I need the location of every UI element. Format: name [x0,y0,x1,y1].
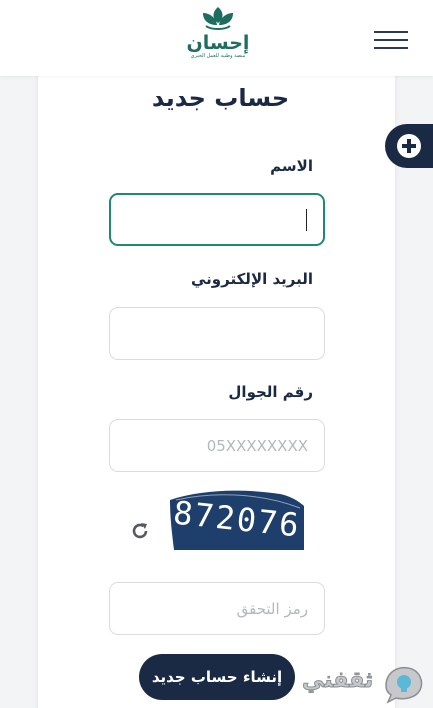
captcha-input[interactable] [109,582,325,635]
plus-icon [397,134,421,158]
email-label: البريد الإلكتروني [191,270,313,288]
page-title: حساب جديد [151,84,290,112]
ihsan-logo[interactable]: إحسان منصة وطنية للعمل الخيري [178,6,258,70]
top-header: إحسان منصة وطنية للعمل الخيري [0,0,433,76]
email-input[interactable] [109,307,325,360]
phone-input[interactable] [109,419,325,472]
leaf-logo-icon [203,7,233,30]
logo-tagline: منصة وطنية للعمل الخيري [190,53,246,59]
refresh-icon[interactable] [128,519,152,543]
phone-label: رقم الجوال [228,383,313,401]
name-label: الاسم [270,157,313,175]
captcha-image: 872076 [170,488,304,550]
floating-add-tab[interactable] [385,124,433,168]
name-input[interactable] [109,193,325,246]
text-caret [306,209,307,231]
menu-icon[interactable] [374,31,408,49]
logo-name: إحسان [186,32,250,54]
create-account-button[interactable]: إنشاء حساب جديد [139,654,295,700]
